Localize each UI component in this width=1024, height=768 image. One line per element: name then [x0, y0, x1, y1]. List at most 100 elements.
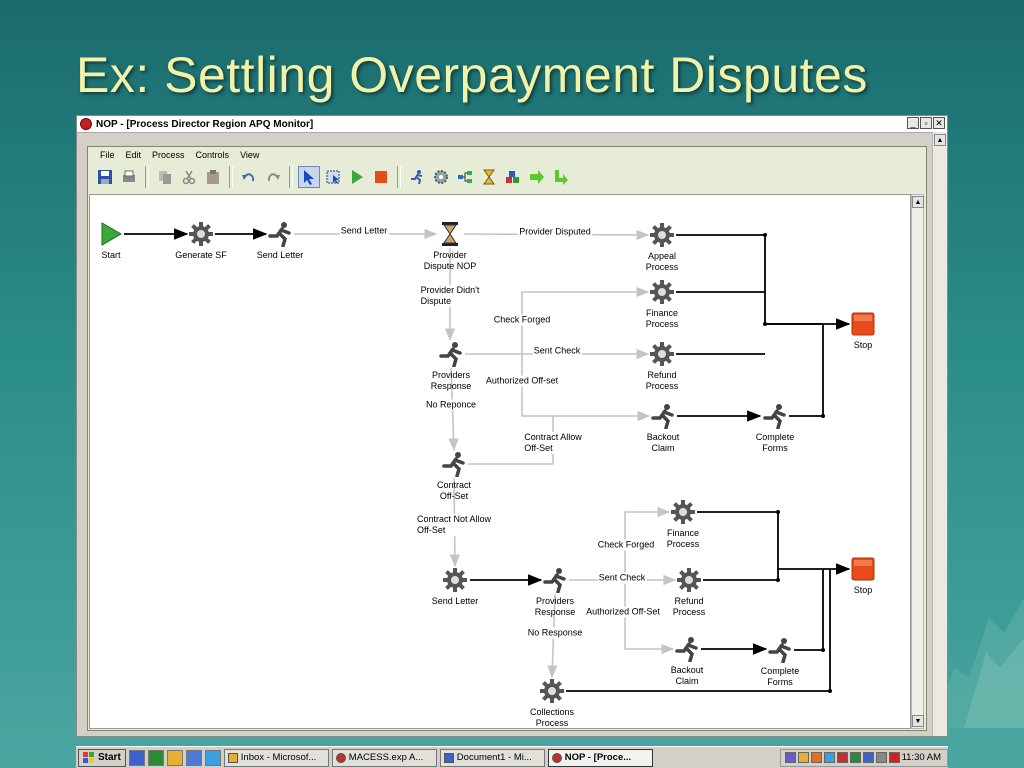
arrow-corner-icon[interactable] — [550, 166, 572, 188]
gear-icon[interactable] — [442, 567, 468, 593]
menu-bar: File Edit Process Controls View — [88, 147, 926, 163]
toolbar — [88, 163, 926, 191]
window-title-bar[interactable]: NOP - [Process Director Region APQ Monit… — [77, 116, 947, 133]
node-label-stop-1: Stop — [853, 340, 873, 350]
runner-icon[interactable] — [438, 341, 464, 368]
flow-connector[interactable] — [697, 511, 779, 569]
gear-icon[interactable] — [649, 279, 675, 305]
minimize-button[interactable]: _ — [907, 117, 919, 129]
task-inbox[interactable]: Inbox - Microsof... — [223, 748, 329, 767]
start-node-icon[interactable] — [346, 166, 368, 188]
outlook-icon[interactable] — [166, 749, 183, 766]
menu-edit[interactable]: Edit — [126, 150, 142, 160]
gear-icon[interactable] — [539, 678, 565, 704]
select-area-icon[interactable] — [322, 166, 344, 188]
flow-connector[interactable] — [703, 569, 779, 581]
window-controls: _ ▫ ✕ — [907, 117, 945, 129]
flow-connector[interactable] — [676, 234, 823, 325]
menu-process[interactable]: Process — [152, 150, 185, 160]
runner-icon[interactable] — [267, 221, 293, 248]
copy-icon[interactable] — [154, 166, 176, 188]
menu-view[interactable]: View — [240, 150, 259, 160]
excel-icon[interactable] — [147, 749, 164, 766]
stop-node-icon[interactable] — [850, 311, 876, 337]
runner-icon[interactable] — [767, 637, 793, 664]
tray-globe-icon[interactable] — [862, 752, 874, 763]
app-icon — [335, 752, 346, 763]
runner-icon[interactable] — [542, 567, 568, 594]
system-tray: 11:30 AM — [779, 748, 948, 767]
windows-logo-icon — [83, 751, 94, 763]
print-icon[interactable] — [118, 166, 140, 188]
runner-icon[interactable] — [762, 403, 788, 430]
close-button[interactable]: ✕ — [933, 117, 945, 129]
junction-dot — [821, 648, 825, 652]
gear-icon[interactable] — [649, 222, 675, 248]
window-scrollbar[interactable]: ▲ — [932, 132, 947, 736]
node-label-generate-sf: Generate SF — [175, 250, 227, 260]
edge-label-check-forged-1: Check Forged — [492, 314, 552, 326]
edge-label-authorized-off-set-2: Authorized Off-Set — [585, 606, 661, 618]
restore-button[interactable]: ▫ — [920, 117, 932, 129]
task-document1[interactable]: Document1 - Mi... — [439, 748, 545, 767]
node-label-finance-process-2: Finance Process — [666, 528, 700, 549]
undo-icon[interactable] — [238, 166, 260, 188]
connector-icon[interactable] — [454, 166, 476, 188]
pointer-icon[interactable] — [298, 166, 320, 188]
gear-icon[interactable] — [670, 499, 696, 525]
flow-connector[interactable] — [789, 324, 824, 417]
redo-icon[interactable] — [262, 166, 284, 188]
browser-icon[interactable] — [185, 749, 202, 766]
toolbar-separator — [397, 166, 401, 188]
window-title: NOP - [Process Director Region APQ Monit… — [96, 118, 314, 130]
word-icon[interactable] — [128, 749, 145, 766]
tray-app-icon[interactable] — [784, 752, 796, 763]
ie-icon[interactable] — [204, 749, 221, 766]
menu-controls[interactable]: Controls — [196, 150, 230, 160]
start-button[interactable]: Start — [78, 748, 126, 767]
save-icon[interactable] — [94, 166, 116, 188]
process-diagram-canvas[interactable]: Start Generate SF Send Letter Provider Dispu… — [89, 194, 911, 729]
start-label: Start — [98, 752, 121, 763]
arrow-right-icon[interactable] — [526, 166, 548, 188]
task-runner-icon[interactable] — [406, 166, 428, 188]
paste-icon[interactable] — [202, 166, 224, 188]
scroll-down-icon[interactable]: ▼ — [912, 715, 924, 727]
word-icon — [443, 752, 454, 763]
scroll-up-icon[interactable]: ▲ — [912, 196, 924, 208]
tray-n-icon[interactable] — [888, 752, 900, 763]
runner-icon[interactable] — [441, 451, 467, 478]
start-node-icon[interactable] — [98, 221, 124, 247]
tray-sync-icon[interactable] — [849, 752, 861, 763]
tray-network-icon[interactable] — [797, 752, 809, 763]
cubes-icon[interactable] — [502, 166, 524, 188]
task-nop[interactable]: NOP - [Proce... — [547, 748, 653, 767]
gear-icon[interactable] — [188, 221, 214, 247]
scroll-up-icon[interactable]: ▲ — [934, 134, 946, 146]
hourglass-icon[interactable] — [437, 221, 463, 247]
tray-messenger-icon[interactable] — [823, 752, 835, 763]
gear-icon[interactable] — [676, 567, 702, 593]
flow-connector[interactable] — [794, 569, 824, 651]
canvas-scrollbar[interactable]: ▲ ▼ — [911, 194, 924, 729]
tray-mail-icon[interactable] — [875, 752, 887, 763]
node-label-stop-2: Stop — [853, 585, 873, 595]
cut-icon[interactable] — [178, 166, 200, 188]
hourglass-icon[interactable] — [478, 166, 500, 188]
edge-label-sent-check-1: Sent Check — [532, 345, 582, 357]
node-label-backout-claim-2: Backout Claim — [670, 665, 704, 686]
tray-shield-icon[interactable] — [836, 752, 848, 763]
task-macess[interactable]: MACESS.exp A... — [331, 748, 437, 767]
stop-node-icon[interactable] — [370, 166, 392, 188]
gear-icon[interactable] — [649, 341, 675, 367]
app-icon — [551, 752, 562, 763]
runner-icon[interactable] — [650, 403, 676, 430]
menu-file[interactable]: File — [100, 150, 115, 160]
task-label: NOP - [Proce... — [564, 752, 632, 763]
runner-icon[interactable] — [674, 636, 700, 663]
node-label-refund-process-2: Refund Process — [672, 596, 706, 617]
edge-label-no-reponce: No Reponce — [424, 399, 478, 411]
gear-icon[interactable] — [430, 166, 452, 188]
stop-node-icon[interactable] — [850, 556, 876, 582]
tray-chat-icon[interactable] — [810, 752, 822, 763]
